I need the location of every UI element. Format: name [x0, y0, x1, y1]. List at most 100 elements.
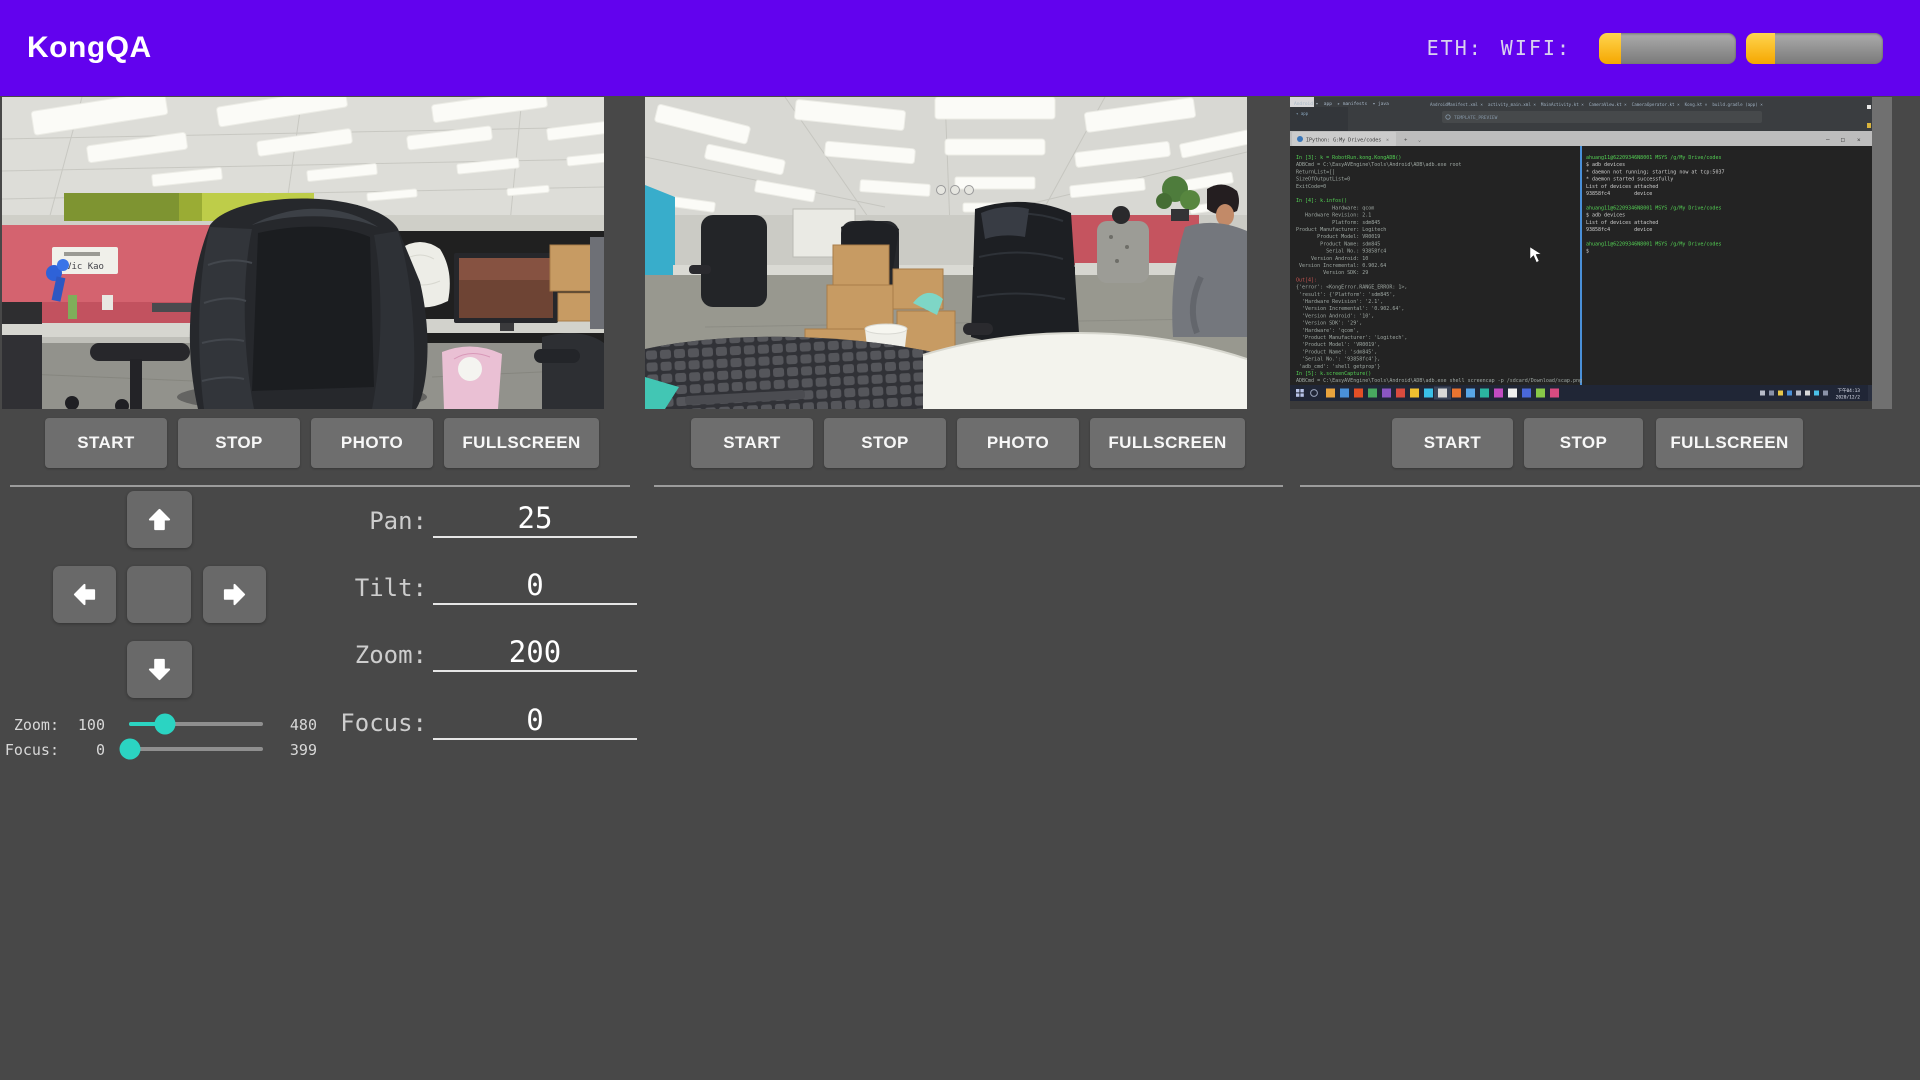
zoom-slider-label: Zoom: — [0, 716, 59, 734]
camera-3-stop-button[interactable]: STOP — [1524, 418, 1643, 468]
network-status: ETH: WIFI: — [1427, 0, 1883, 96]
camera-2-view[interactable] — [645, 97, 1247, 409]
svg-text:Version SDK: 29: Version SDK: 29 — [1296, 270, 1368, 276]
up-arrow-icon — [146, 506, 173, 533]
pan-left-button[interactable] — [53, 566, 116, 623]
svg-text:ADBCmd = C:\EasyAVEngine\Tools: ADBCmd = C:\EasyAVEngine\Tools\Android\A… — [1296, 162, 1462, 168]
right-arrow-icon — [221, 581, 248, 608]
camera-1-view[interactable]: Vic Kao — [2, 97, 604, 409]
zoom-slider-thumb[interactable] — [155, 714, 176, 735]
camera-2-fullscreen-button[interactable]: FULLSCREEN — [1090, 418, 1245, 468]
svg-text:'Serial No.': '93858fc4'},: 'Serial No.': '93858fc4'}, — [1296, 357, 1380, 363]
svg-text:Android ▾ app ▸ manifests ▾: Android ▾ app ▸ manifests ▾ java — [1294, 101, 1389, 107]
svg-text:$ adb devices: $ adb devices — [1586, 213, 1625, 219]
pan-home-button[interactable] — [127, 566, 191, 623]
svg-text:'Product Name': 'sdm845',: 'Product Name': 'sdm845', — [1296, 349, 1377, 355]
camera-1-photo-button[interactable]: PHOTO — [311, 418, 433, 468]
svg-text:SizeOfOutputList=0: SizeOfOutputList=0 — [1296, 177, 1350, 183]
svg-text:□: □ — [1841, 137, 1845, 144]
svg-text:Vic Kao: Vic Kao — [66, 262, 104, 272]
svg-text:Product Manufacturer: Logitech: Product Manufacturer: Logitech — [1296, 227, 1386, 233]
svg-text:Out[4]:: Out[4]: — [1296, 277, 1317, 283]
svg-text:⌄: ⌄ — [1418, 138, 1421, 144]
svg-text:IPython: G:My Drive/codes: IPython: G:My Drive/codes — [1306, 138, 1381, 144]
svg-text:TEMPLATE_PREVIEW: TEMPLATE_PREVIEW — [1454, 115, 1498, 121]
app-header: KongQA ETH: WIFI: — [0, 0, 1920, 96]
svg-text:✕: ✕ — [1857, 137, 1861, 144]
taskbar-app-icons — [1326, 389, 1559, 398]
taskbar-clock-date: 2020/12/2 — [1836, 395, 1861, 401]
keyboard — [645, 337, 937, 409]
pink-bag — [442, 346, 502, 409]
svg-text:ADBCmd = C:\EasyAVEngine\Tools: ADBCmd = C:\EasyAVEngine\Tools\Android\A… — [1296, 378, 1582, 384]
svg-text:List of devices attached: List of devices attached — [1586, 220, 1658, 226]
camera-1-stop-button[interactable]: STOP — [178, 418, 300, 468]
wifi-signal-fill — [1746, 33, 1775, 64]
zoom-slider-min: 100 — [55, 716, 105, 734]
focus-slider-max: 399 — [283, 741, 317, 759]
svg-text:In [4]: k.infos(): In [4]: k.infos() — [1296, 198, 1347, 204]
taskbar-clock-time: 下午04:13 — [1837, 387, 1860, 394]
camera-3-start-button[interactable]: START — [1392, 418, 1513, 468]
svg-text:'adb_cmd': 'shell getprop'}: 'adb_cmd': 'shell getprop'} — [1296, 364, 1380, 370]
svg-text:List of devices attached: List of devices attached — [1586, 184, 1658, 190]
svg-text:'Version Incremental': '0.902.: 'Version Incremental': '0.902.64', — [1296, 306, 1404, 312]
focus-slider-min: 0 — [55, 741, 105, 759]
svg-text:$ adb devices: $ adb devices — [1586, 162, 1625, 168]
svg-text:Serial No.: 93858fc4: Serial No.: 93858fc4 — [1296, 249, 1386, 255]
svg-text:Hardware: qcom: Hardware: qcom — [1296, 205, 1374, 211]
eth-signal-fill — [1599, 33, 1621, 64]
zoom-slider[interactable] — [129, 722, 263, 726]
camera-1-start-button[interactable]: START — [45, 418, 167, 468]
camera-3-view[interactable]: Android ▾ app ▸ manifests ▾ java ▾ app A… — [1290, 97, 1892, 409]
pan-right-button[interactable] — [203, 566, 266, 623]
focus-slider[interactable] — [129, 747, 263, 751]
ide-area: Android ▾ app ▸ manifests ▾ java ▾ app A… — [1290, 97, 1872, 131]
console-window: IPython: G:My Drive/codes × + ⌄ – □ ✕ In… — [1290, 131, 1872, 385]
taskbar: 下午04:13 2020/12/2 — [1290, 385, 1872, 401]
svg-text:ExitCode=0: ExitCode=0 — [1296, 184, 1326, 190]
svg-text:$: $ — [1586, 249, 1589, 255]
svg-text:ahuang11@62209346N8001 MSYS /g: ahuang11@62209346N8001 MSYS /g/My Drive/… — [1586, 155, 1721, 161]
zoom-field[interactable] — [433, 634, 637, 672]
wifi-signal-bar — [1746, 33, 1883, 64]
svg-text:Version Incremental: 0.902.64: Version Incremental: 0.902.64 — [1296, 263, 1386, 269]
pan-down-button[interactable] — [127, 641, 192, 698]
camera-3-stream: Android ▾ app ▸ manifests ▾ java ▾ app A… — [1290, 97, 1892, 409]
svg-text:Product Model: VR0019: Product Model: VR0019 — [1296, 234, 1380, 240]
focus-slider-thumb[interactable] — [120, 739, 141, 760]
focus-field[interactable] — [433, 702, 637, 740]
camera-3-fullscreen-button[interactable]: FULLSCREEN — [1656, 418, 1803, 468]
svg-text:'Version Android': '10',: 'Version Android': '10', — [1296, 313, 1374, 319]
wifi-label: WIFI: — [1501, 36, 1571, 60]
tilt-field[interactable] — [433, 567, 637, 605]
camera-2-stream — [645, 97, 1247, 409]
divider-camera-3 — [1300, 485, 1920, 487]
big-chair-with-jacket — [963, 202, 1079, 345]
svg-text:ReturnList=[]: ReturnList=[] — [1296, 169, 1335, 175]
svg-text:{'error': <KongError.RANGE_ERR: {'error': <KongError.RANGE_ERROR: 1>, — [1296, 285, 1407, 291]
screen-edge — [1872, 97, 1892, 409]
svg-text:Version Android: 10: Version Android: 10 — [1296, 256, 1368, 262]
svg-text:In [3]: k = RobotRun.kong.Kong: In [3]: k = RobotRun.kong.KongADB() — [1296, 155, 1401, 161]
svg-text:Hardware Revision: 2.1: Hardware Revision: 2.1 — [1296, 213, 1371, 219]
app-title: KongQA — [27, 0, 152, 96]
focus-field-label: Focus: — [260, 709, 427, 737]
svg-text:ahuang11@62209346N8001 MSYS /g: ahuang11@62209346N8001 MSYS /g/My Drive/… — [1586, 205, 1721, 211]
focus-slider-label: Focus: — [0, 741, 59, 759]
eth-label: ETH: — [1427, 36, 1483, 60]
svg-text:* daemon not running; starting: * daemon not running; starting now at tc… — [1586, 169, 1724, 175]
camera-2-photo-button[interactable]: PHOTO — [957, 418, 1079, 468]
wall-clocks — [937, 186, 974, 195]
left-arrow-icon — [71, 581, 98, 608]
tilt-field-label: Tilt: — [260, 574, 427, 602]
svg-text:–: – — [1826, 137, 1830, 144]
camera-2-start-button[interactable]: START — [691, 418, 813, 468]
camera-2-stop-button[interactable]: STOP — [824, 418, 946, 468]
svg-text:'Product Model': 'VR0019',: 'Product Model': 'VR0019', — [1296, 342, 1380, 348]
camera-1-fullscreen-button[interactable]: FULLSCREEN — [444, 418, 599, 468]
svg-text:* daemon started successfully: * daemon started successfully — [1586, 177, 1673, 183]
pan-up-button[interactable] — [127, 491, 192, 548]
pan-field[interactable] — [433, 500, 637, 538]
svg-text:'Hardware Revision': '2.1',: 'Hardware Revision': '2.1', — [1296, 299, 1383, 305]
